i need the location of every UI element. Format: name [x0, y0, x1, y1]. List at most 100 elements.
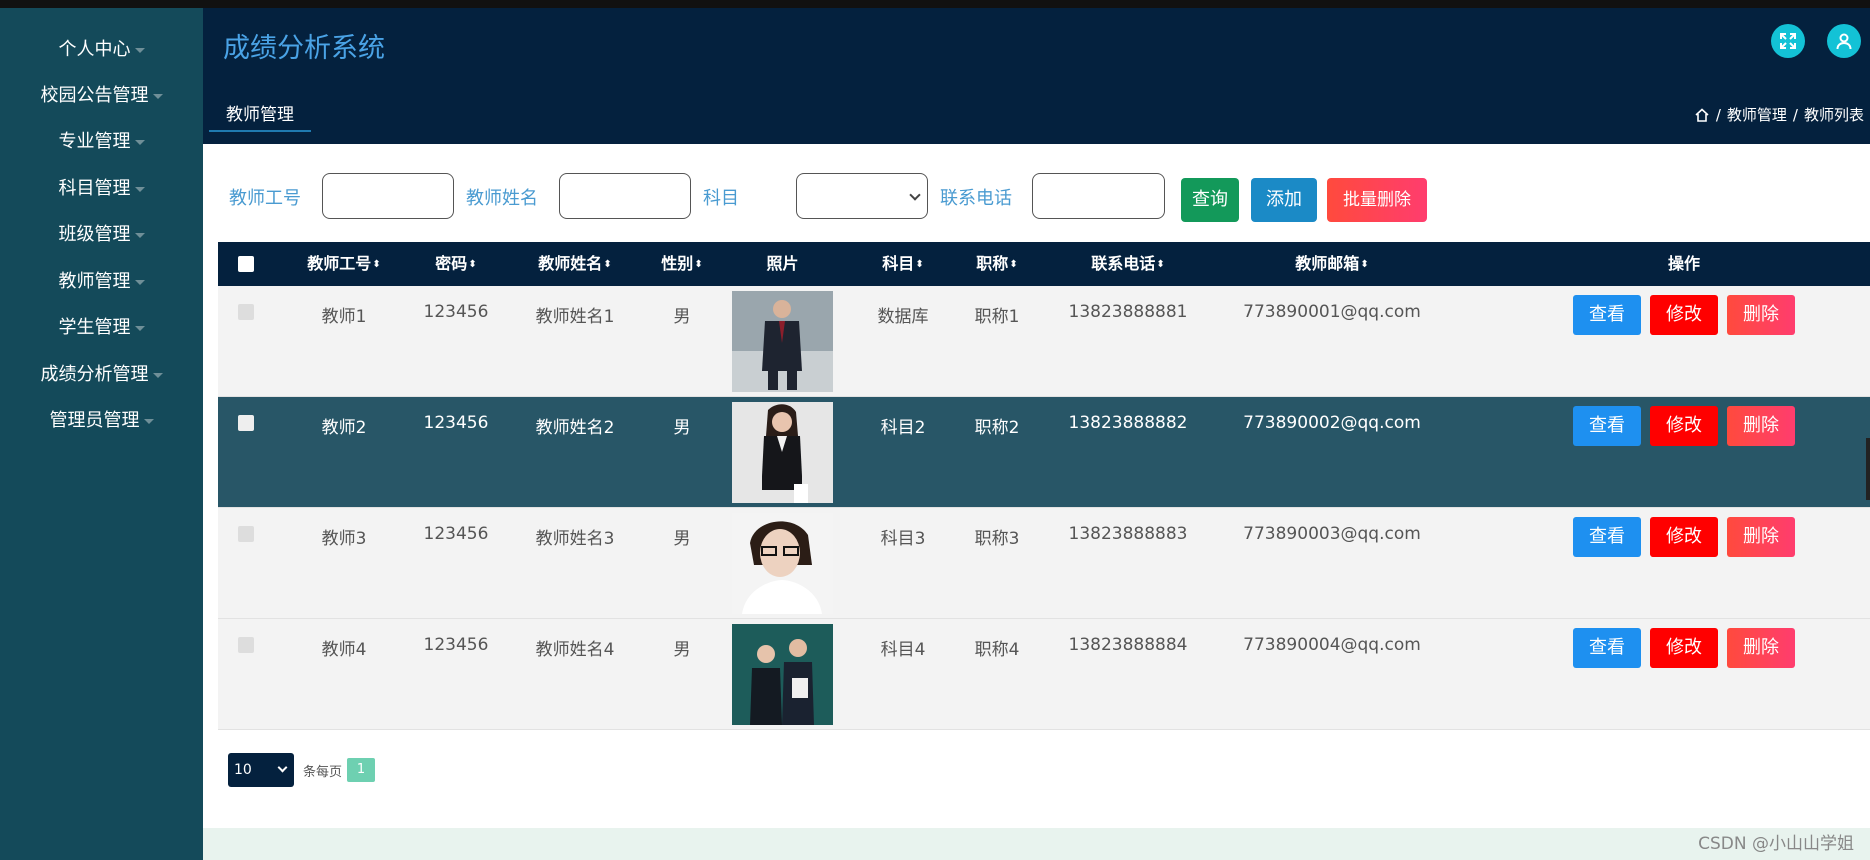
caret-down-icon [152, 93, 163, 99]
view-button[interactable]: 查看 [1573, 295, 1641, 335]
edit-button[interactable]: 修改 [1650, 406, 1718, 446]
teacher-photo [732, 291, 833, 392]
sort-icon: ⬍ [1156, 258, 1165, 270]
add-button[interactable]: 添加 [1251, 178, 1317, 222]
caret-down-icon [134, 186, 145, 192]
column-header-label: 教师邮箱 [1295, 254, 1360, 273]
caret-down-icon [134, 279, 145, 285]
cell-title: 职称4 [974, 640, 1020, 660]
teacher-name-input[interactable] [559, 173, 691, 219]
breadcrumb-item[interactable]: 教师管理 [1727, 104, 1787, 125]
scrollbar-thumb[interactable] [1866, 438, 1870, 500]
photo-woman-suit [732, 402, 833, 503]
column-header-password[interactable]: 密码⬍ [400, 242, 512, 286]
sort-icon: ⬍ [915, 258, 924, 270]
breadcrumb-separator: / [1792, 105, 1798, 124]
cell-teacher-id: 教师4 [321, 640, 367, 660]
sidebar-item-grade-analysis[interactable]: 成绩分析管理 [0, 355, 203, 395]
delete-button[interactable]: 删除 [1727, 628, 1795, 668]
caret-down-icon [143, 418, 154, 424]
view-button[interactable]: 查看 [1573, 517, 1641, 557]
caret-down-icon [152, 372, 163, 378]
select-all-checkbox[interactable] [238, 256, 254, 272]
teacher-name-label: 教师姓名 [466, 188, 538, 209]
column-header-label: 职称 [976, 254, 1009, 273]
photo-woman-glasses [732, 513, 833, 614]
sidebar-item-label: 校园公告管理 [40, 85, 149, 106]
cell-title: 职称2 [974, 418, 1020, 438]
column-header-gender[interactable]: 性别⬍ [638, 242, 726, 286]
sidebar-item-profile[interactable]: 个人中心 [0, 30, 203, 70]
tab-teacher-management[interactable]: 教师管理 [209, 98, 311, 132]
caret-down-icon [134, 47, 145, 53]
row-checkbox[interactable] [238, 637, 254, 653]
edit-button[interactable]: 修改 [1650, 517, 1718, 557]
subject-select[interactable] [796, 173, 928, 219]
sidebar-item-majors[interactable]: 专业管理 [0, 122, 203, 162]
column-header-label: 密码 [435, 254, 468, 273]
sidebar: 个人中心 校园公告管理 专业管理 科目管理 班级管理 教师管理 学生管理 成绩分… [0, 8, 203, 860]
caret-down-icon [134, 232, 145, 238]
column-header-label: 照片 [766, 254, 799, 273]
cell-gender: 男 [673, 418, 691, 438]
cell-phone: 13823888881 [1068, 302, 1188, 322]
row-checkbox[interactable] [238, 526, 254, 542]
cell-password: 123456 [423, 413, 489, 433]
cell-email: 773890002@qq.com [1243, 413, 1421, 433]
cell-subject: 科目2 [880, 418, 926, 438]
main-panel: 教师工号 教师姓名 科目 联系电话 查询 添加 批量删除 教师工号⬍ 密码⬍ 教… [203, 144, 1870, 828]
fullscreen-button[interactable] [1771, 24, 1805, 58]
cell-phone: 13823888884 [1068, 635, 1188, 655]
column-header-teacher-name[interactable]: 教师姓名⬍ [512, 242, 638, 286]
cell-gender: 男 [673, 640, 691, 660]
sidebar-item-announcements[interactable]: 校园公告管理 [0, 76, 203, 116]
sidebar-item-admins[interactable]: 管理员管理 [0, 401, 203, 441]
window-top-strip [0, 0, 1870, 8]
edit-button[interactable]: 修改 [1650, 295, 1718, 335]
caret-down-icon [134, 139, 145, 145]
view-button[interactable]: 查看 [1573, 406, 1641, 446]
page-size-select[interactable]: 10 [228, 753, 294, 787]
delete-button[interactable]: 删除 [1727, 517, 1795, 557]
column-header-title[interactable]: 职称⬍ [958, 242, 1036, 286]
column-header-email[interactable]: 教师邮箱⬍ [1220, 242, 1444, 286]
sidebar-item-classes[interactable]: 班级管理 [0, 215, 203, 255]
column-header-subject[interactable]: 科目⬍ [848, 242, 958, 286]
table-row: 教师3 123456 教师姓名3 男 科目3 职称3 13823888883 7… [218, 508, 1870, 619]
column-header-phone[interactable]: 联系电话⬍ [1036, 242, 1220, 286]
sidebar-item-label: 教师管理 [58, 271, 131, 292]
breadcrumb-item: 教师列表 [1803, 106, 1864, 124]
table-header: 教师工号⬍ 密码⬍ 教师姓名⬍ 性别⬍ 照片 科目⬍ 职称⬍ 联系电话⬍ 教师邮… [218, 242, 1870, 286]
column-header-label: 科目 [882, 254, 915, 273]
query-button[interactable]: 查询 [1181, 178, 1239, 222]
batch-delete-button[interactable]: 批量删除 [1327, 178, 1427, 222]
column-header-teacher-id[interactable]: 教师工号⬍ [288, 242, 400, 286]
column-header-label: 操作 [1667, 254, 1700, 273]
watermark: CSDN @小山山学姐 [1698, 834, 1854, 854]
home-icon[interactable] [1694, 107, 1710, 123]
phone-input[interactable] [1032, 173, 1165, 219]
cell-teacher-id: 教师2 [321, 418, 367, 438]
user-menu-button[interactable] [1827, 24, 1861, 58]
sidebar-item-label: 管理员管理 [49, 410, 140, 431]
table-row: 教师4 123456 教师姓名4 男 科目4 职称4 13823888884 7… [218, 619, 1870, 730]
column-header-label: 教师工号 [307, 254, 372, 273]
table-row: 教师2 123456 教师姓名2 男 科目2 职称2 13823888882 7… [218, 397, 1870, 508]
delete-button[interactable]: 删除 [1727, 406, 1795, 446]
sidebar-item-subjects[interactable]: 科目管理 [0, 169, 203, 209]
cell-teacher-id: 教师3 [321, 529, 367, 549]
teacher-id-input[interactable] [322, 173, 454, 219]
page-number-button[interactable]: 1 [347, 758, 375, 782]
sidebar-item-teachers[interactable]: 教师管理 [0, 262, 203, 302]
row-checkbox[interactable] [238, 415, 254, 431]
column-header-actions: 操作 [1573, 242, 1795, 286]
edit-button[interactable]: 修改 [1650, 628, 1718, 668]
sidebar-item-students[interactable]: 学生管理 [0, 308, 203, 348]
delete-button[interactable]: 删除 [1727, 295, 1795, 335]
row-checkbox[interactable] [238, 304, 254, 320]
phone-label: 联系电话 [940, 188, 1012, 209]
view-button[interactable]: 查看 [1573, 628, 1641, 668]
subject-label: 科目 [703, 188, 739, 209]
sidebar-item-label: 班级管理 [58, 224, 131, 245]
column-header-label: 教师姓名 [538, 254, 603, 273]
